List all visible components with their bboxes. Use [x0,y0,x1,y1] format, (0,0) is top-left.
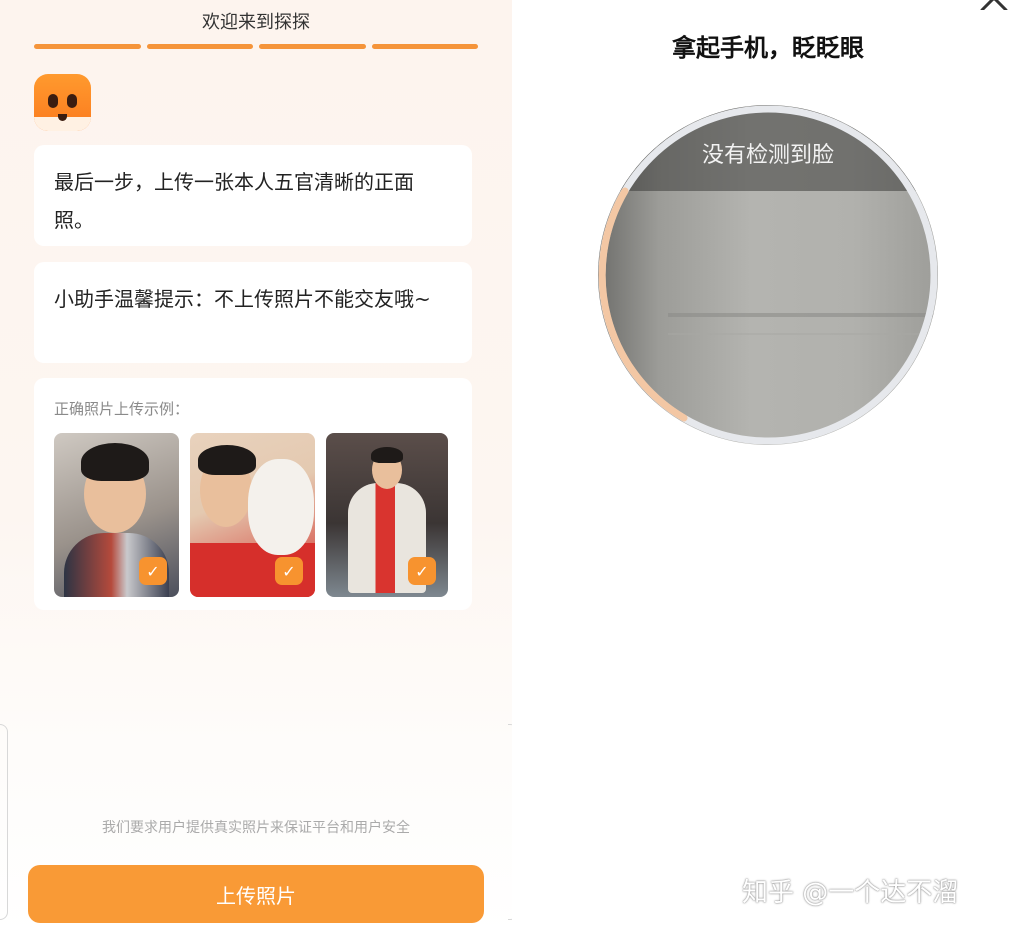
example-photo: ✓ [326,433,448,597]
message-text: 最后一步，上传一张本人五官清晰的正面照。 [54,170,414,232]
progress-step [146,44,253,49]
watermark-text: 知乎 @一个达不溜 [742,878,959,908]
message-bubble: 最后一步，上传一张本人五官清晰的正面照。 [34,145,472,246]
progress-step [371,44,478,49]
privacy-note: 我们要求用户提供真实照片来保证平台和用户安全 [102,820,410,836]
check-icon: ✓ [139,557,167,585]
instruction-title: 拿起手机，眨眨眼 [672,34,864,62]
example-photos: ✓ ✓ ✓ [54,433,448,597]
detection-progress-ring [598,105,938,445]
onboarding-panel: 欢迎来到探探 最后一步，上传一张本人五官清晰的正面照。 小助手温馨提示：不上传照… [0,0,520,935]
tantan-logo-icon [34,74,91,131]
progress-step [259,44,366,49]
close-icon[interactable] [978,0,1010,10]
page-title: 欢迎来到探探 [202,12,310,33]
message-bubble: 小助手温馨提示：不上传照片不能交友哦~ [34,262,472,363]
check-icon: ✓ [408,557,436,585]
progress-bar [34,44,478,49]
example-photos-card: 正确照片上传示例： ✓ ✓ ✓ [34,378,472,610]
face-verification-panel: 拿起手机，眨眨眼 没有检测到脸 知乎 @一个达不溜 [512,0,1024,935]
camera-preview: 没有检测到脸 [598,105,938,445]
upload-photo-button[interactable]: 上传照片 [28,865,484,923]
check-icon: ✓ [275,557,303,585]
example-photo: ✓ [190,433,315,597]
example-label: 正确照片上传示例： [54,400,190,418]
message-text: 小助手温馨提示：不上传照片不能交友哦~ [54,287,431,311]
example-photo: ✓ [54,433,179,597]
progress-step [34,44,141,49]
